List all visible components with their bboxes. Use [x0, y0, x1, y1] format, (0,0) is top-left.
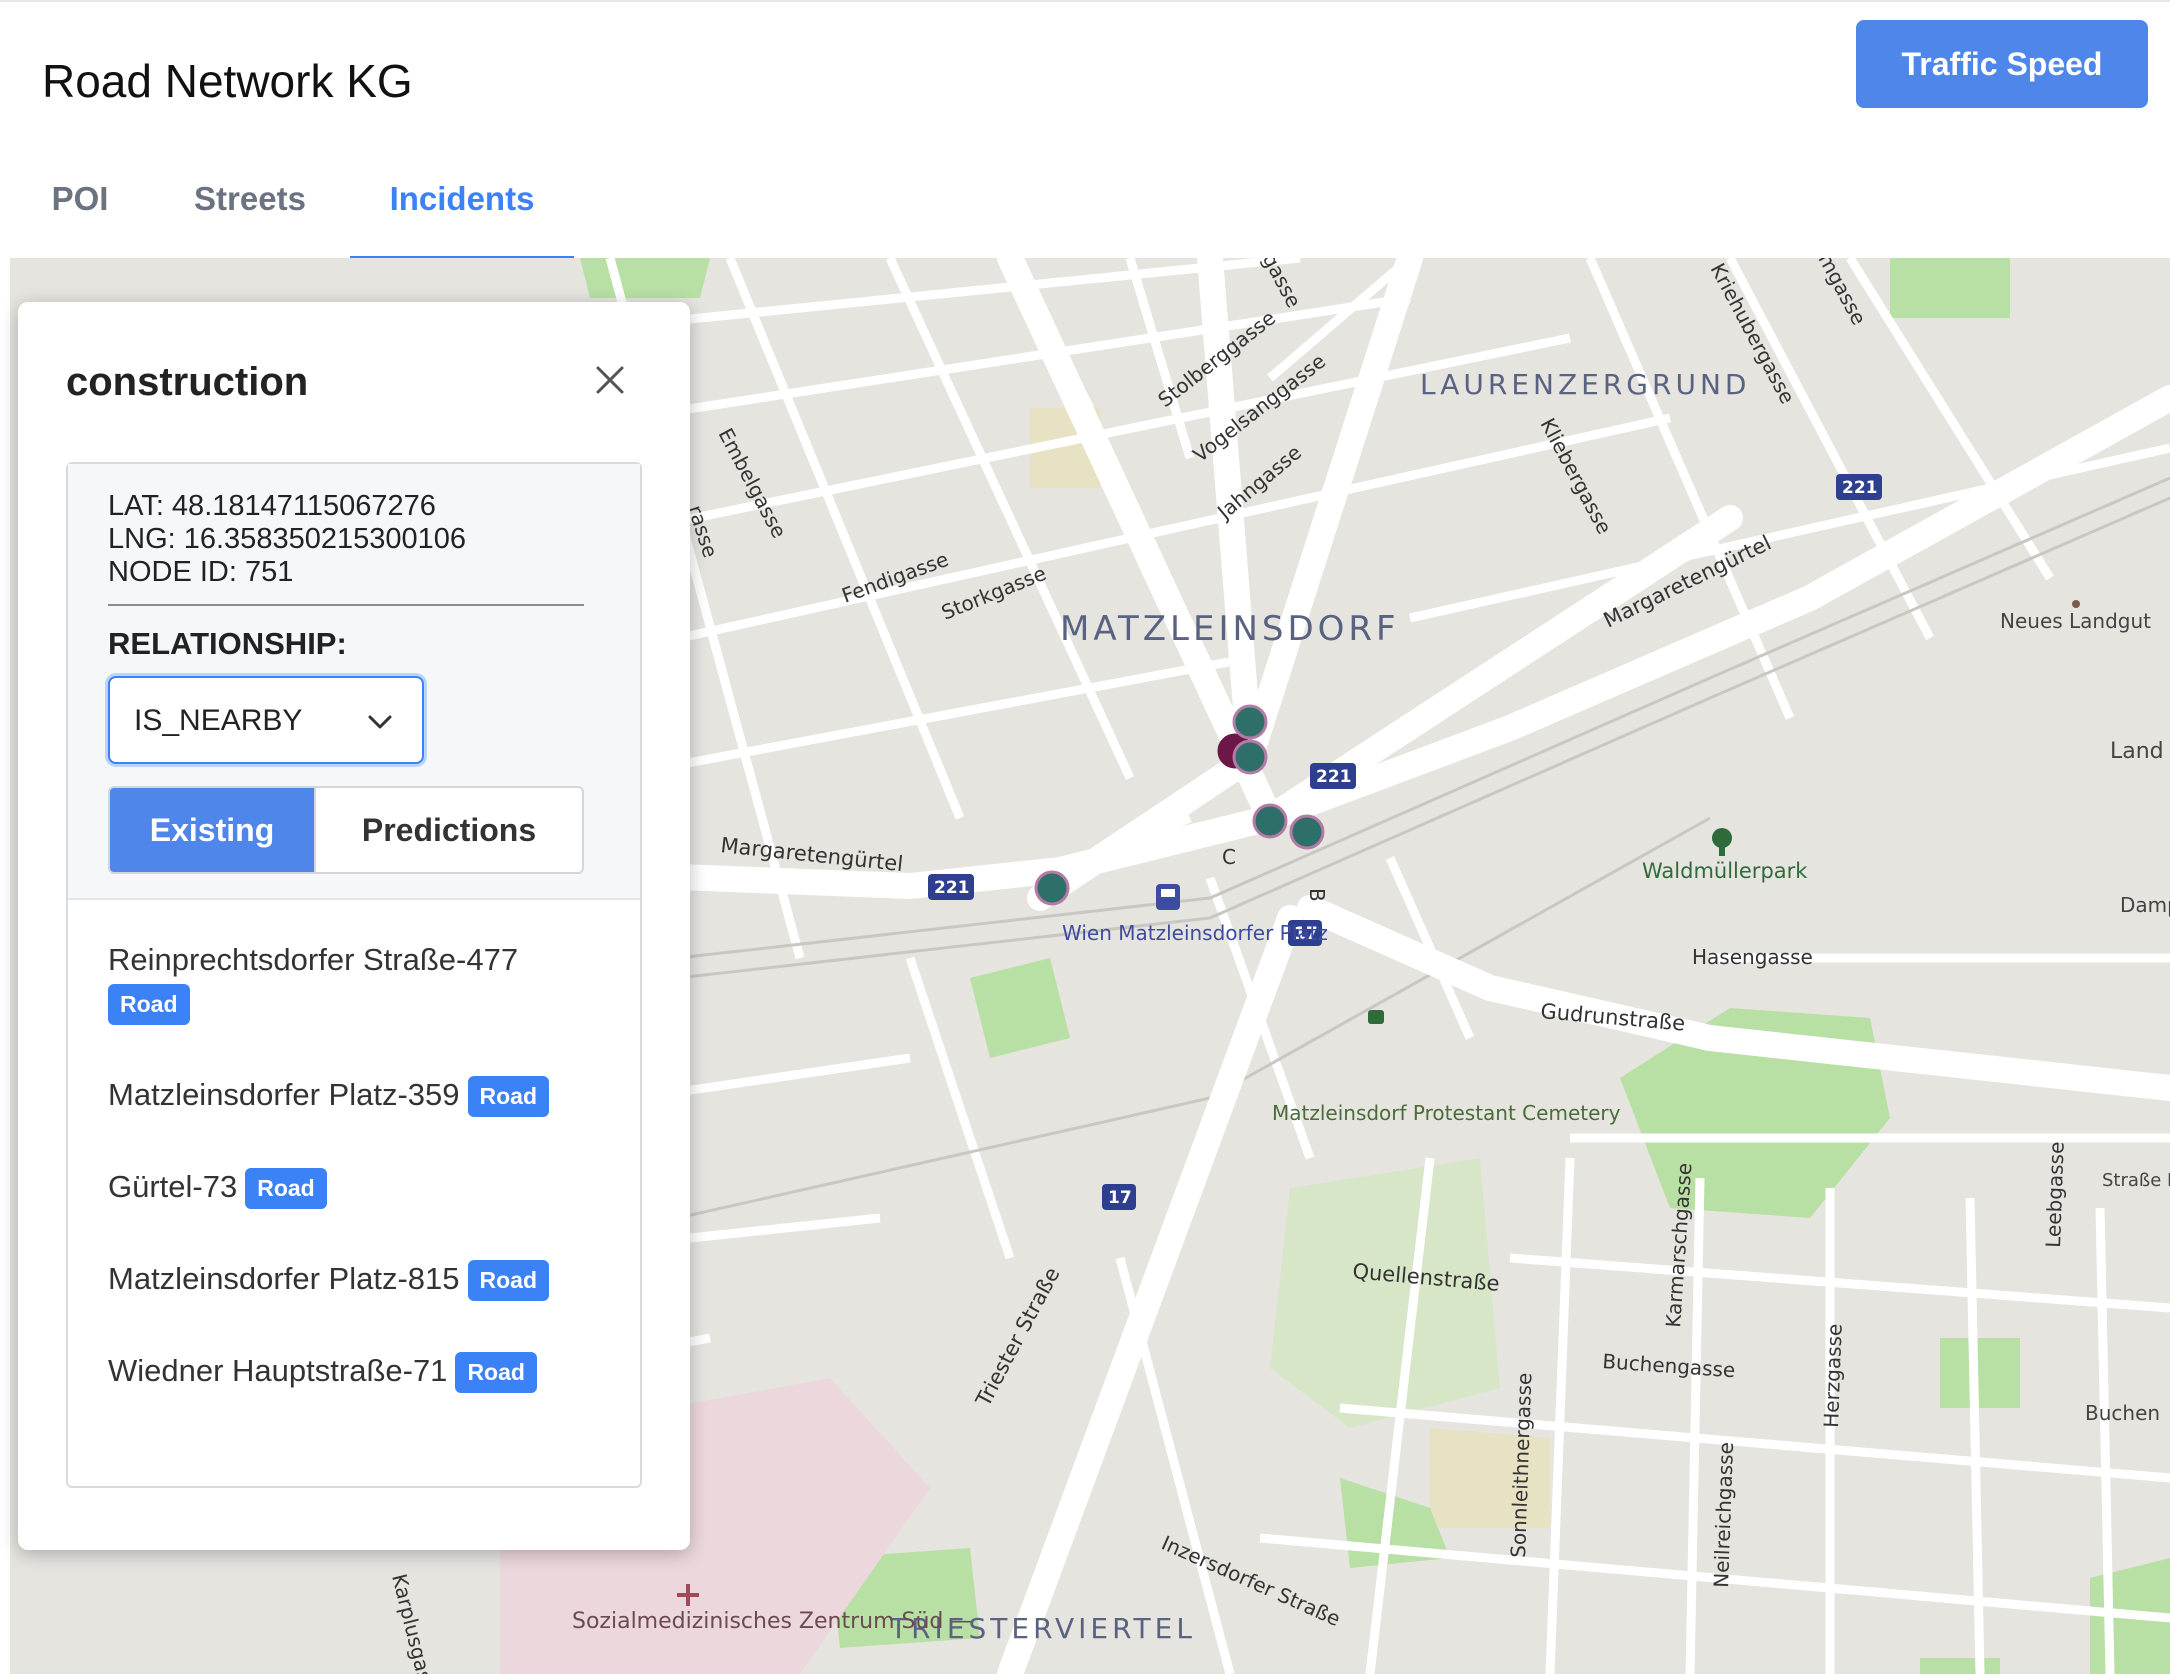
poi-label: Wien Matzleinsdorfer Platz [1062, 921, 1328, 945]
train-station-icon [1156, 884, 1180, 910]
relation-name: Reinprechtsdorfer Straße-477 [108, 942, 519, 977]
poi-label: Matzleinsdorf Protestant Cemetery [1272, 1101, 1621, 1125]
street-label: Herzgasse [1819, 1323, 1847, 1428]
panel-title: construction [66, 360, 309, 404]
node-id-text: NODE ID: 751 [108, 556, 294, 588]
road-badge: Road [245, 1168, 327, 1209]
relation-name: Gürtel-73 [108, 1168, 238, 1204]
divider [108, 604, 584, 606]
relationship-select-value: IS_NEARBY [134, 704, 303, 737]
place-label: Buchen [2085, 1401, 2160, 1425]
app-title: Road Network KG [42, 55, 413, 107]
place-label: Straße Betrieb Fav [2102, 1170, 2170, 1191]
street-label: Neilreichgasse [1709, 1442, 1738, 1589]
street-label: Hasengasse [1692, 945, 1813, 969]
relationship-label: RELATIONSHIP: [108, 626, 347, 661]
shield-221-c: 221 [1842, 478, 1878, 498]
poi-label: Sozialmedizinisches Zentrum Süd — [572, 1609, 972, 1634]
incident-marker[interactable] [1289, 814, 1325, 850]
node-info-header: LAT: 48.18147115067276 LNG: 16.358350215… [68, 464, 640, 900]
relation-name: Matzleinsdorfer Platz-359 [108, 1076, 460, 1112]
tab-incidents[interactable]: Incidents [350, 162, 574, 260]
node-info-card: LAT: 48.18147115067276 LNG: 16.358350215… [66, 462, 642, 1488]
road-badge: Road [108, 984, 190, 1025]
close-icon[interactable] [590, 360, 630, 400]
road-badge: Road [467, 1260, 549, 1301]
longitude-text: LNG: 16.358350215300106 [108, 523, 466, 555]
district-label: MATZLEINSDORF [1060, 609, 1400, 649]
relationship-select[interactable]: IS_NEARBY [108, 676, 424, 764]
street-label: Leebgasse [2041, 1141, 2069, 1248]
relation-item[interactable]: Wiedner Hauptstraße-71 Road [108, 1352, 537, 1393]
junction-label: C [1222, 845, 1236, 869]
shield-17-b: 17 [1108, 1188, 1132, 1208]
place-dot-icon [2072, 600, 2080, 608]
place-label: Land [2110, 739, 2164, 764]
tab-bar: POI Streets Incidents [10, 162, 574, 260]
incident-marker[interactable] [1252, 803, 1288, 839]
tab-poi[interactable]: POI [10, 162, 150, 260]
relation-name: Matzleinsdorfer Platz-815 [108, 1260, 460, 1296]
latitude-text: LAT: 48.18147115067276 [108, 490, 436, 522]
mode-toggle: Existing Predictions [108, 786, 584, 874]
road-badge: Road [467, 1076, 549, 1117]
place-label: Neues Landgut [2000, 609, 2151, 633]
relation-item[interactable]: Gürtel-73 Road [108, 1168, 327, 1209]
top-bar: Road Network KG Traffic Speed POI Street… [0, 0, 2170, 260]
park-label: Waldmüllerpark [1642, 859, 1808, 883]
relation-name: Wiedner Hauptstraße-71 [108, 1352, 448, 1388]
incident-marker[interactable] [1232, 739, 1268, 775]
shield-221-b: 221 [934, 878, 970, 898]
junction-label: B [1305, 888, 1329, 902]
traffic-speed-button[interactable]: Traffic Speed [1856, 20, 2148, 108]
district-label: LAURENZERGRUND [1420, 368, 1750, 401]
incident-detail-panel: construction LAT: 48.18147115067276 LNG:… [18, 302, 690, 1550]
predictions-button[interactable]: Predictions [314, 788, 582, 872]
road-badge: Road [455, 1352, 537, 1393]
chevron-down-icon [364, 706, 396, 738]
incident-marker[interactable] [1232, 704, 1268, 740]
tab-streets[interactable]: Streets [150, 162, 350, 260]
incident-marker[interactable] [1034, 870, 1070, 906]
relation-item[interactable]: Matzleinsdorfer Platz-815 Road [108, 1260, 549, 1301]
place-label: Damp [2120, 893, 2170, 917]
shield-221-a: 221 [1316, 767, 1352, 787]
relation-item[interactable]: Matzleinsdorfer Platz-359 Road [108, 1076, 549, 1117]
cemetery-icon [1368, 1010, 1384, 1024]
relation-item[interactable]: Reinprechtsdorfer Straße-477 Road [108, 942, 526, 1025]
existing-button[interactable]: Existing [110, 788, 314, 872]
